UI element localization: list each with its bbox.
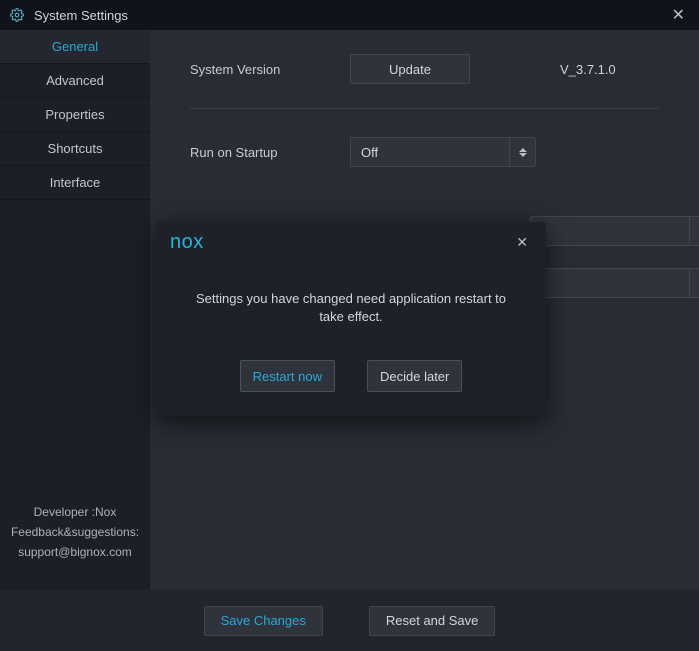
- run-on-startup-value: Off: [361, 145, 378, 160]
- version-value: V_3.7.1.0: [560, 62, 616, 77]
- feedback-label: Feedback&suggestions:: [6, 522, 144, 542]
- save-changes-button[interactable]: Save Changes: [204, 606, 323, 636]
- update-button-label: Update: [389, 62, 431, 77]
- sidebar-tab-general[interactable]: General: [0, 30, 150, 64]
- obscured-select[interactable]: [530, 216, 699, 246]
- decide-later-button[interactable]: Decide later: [367, 360, 462, 392]
- sidebar: General Advanced Properties Shortcuts In…: [0, 30, 150, 590]
- update-button[interactable]: Update: [350, 54, 470, 84]
- support-email: support@bignox.com: [6, 542, 144, 562]
- sidebar-tab-shortcuts[interactable]: Shortcuts: [0, 132, 150, 166]
- bottom-bar: Save Changes Reset and Save: [0, 590, 699, 651]
- row-system-version: System Version Update V_3.7.1.0: [150, 30, 699, 84]
- run-on-startup-label: Run on Startup: [190, 145, 350, 160]
- sidebar-tab-advanced[interactable]: Advanced: [0, 64, 150, 98]
- sidebar-tab-label: Shortcuts: [48, 141, 103, 156]
- system-version-label: System Version: [190, 62, 350, 77]
- sidebar-tab-properties[interactable]: Properties: [0, 98, 150, 132]
- window-title: System Settings: [34, 8, 128, 23]
- window-close-button[interactable]: ✕: [668, 5, 689, 25]
- nox-logo: nox: [170, 231, 204, 254]
- sidebar-tab-label: Interface: [50, 175, 101, 190]
- restart-required-dialog: nox ✕ Settings you have changed need app…: [156, 222, 546, 416]
- row-run-on-startup: Run on Startup Off: [150, 109, 699, 167]
- dialog-close-button[interactable]: ✕: [512, 232, 532, 253]
- select-stepper-icon: [689, 217, 699, 245]
- sidebar-tab-label: Advanced: [46, 73, 104, 88]
- sidebar-tab-label: General: [52, 39, 98, 54]
- dialog-actions: Restart now Decide later: [156, 360, 546, 392]
- select-stepper-icon: [509, 138, 535, 166]
- titlebar: System Settings ✕: [0, 0, 699, 30]
- dialog-header: nox ✕: [156, 222, 546, 262]
- save-changes-label: Save Changes: [221, 613, 306, 628]
- restart-now-button[interactable]: Restart now: [240, 360, 335, 392]
- run-on-startup-select[interactable]: Off: [350, 137, 536, 167]
- decide-later-label: Decide later: [380, 369, 449, 384]
- select-stepper-icon: [689, 269, 699, 297]
- sidebar-tab-interface[interactable]: Interface: [0, 166, 150, 200]
- settings-gear-icon: [10, 8, 24, 22]
- restart-now-label: Restart now: [253, 369, 322, 384]
- obscured-select[interactable]: [530, 268, 699, 298]
- reset-and-save-button[interactable]: Reset and Save: [369, 606, 496, 636]
- sidebar-tab-label: Properties: [45, 107, 104, 122]
- developer-label: Developer :Nox: [6, 502, 144, 522]
- reset-and-save-label: Reset and Save: [386, 613, 479, 628]
- sidebar-footer: Developer :Nox Feedback&suggestions: sup…: [0, 490, 150, 590]
- dialog-message: Settings you have changed need applicati…: [156, 262, 546, 334]
